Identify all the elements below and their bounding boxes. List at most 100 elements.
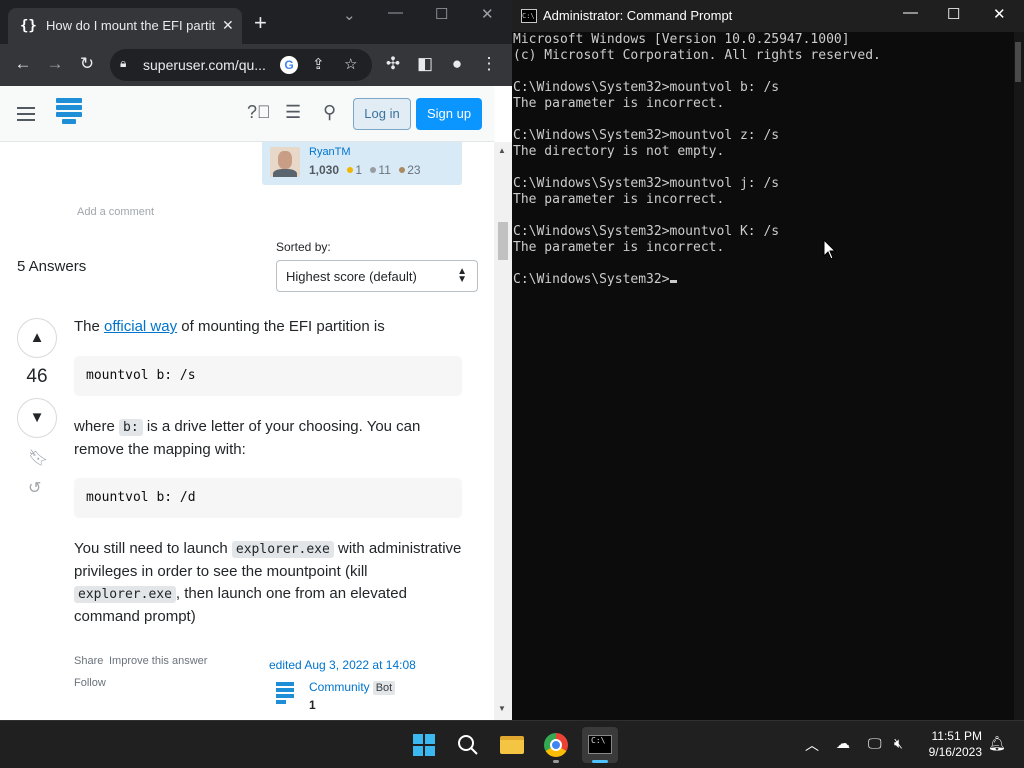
terminal-output[interactable]: Microsoft Windows [Version 10.0.25947.10… bbox=[513, 32, 1013, 720]
cmd-maximize-icon[interactable]: ☐ bbox=[947, 5, 960, 23]
onedrive-icon[interactable]: ☁ bbox=[836, 735, 850, 752]
upvote-button[interactable]: ▲ bbox=[17, 318, 57, 358]
answer-score: 46 bbox=[26, 366, 48, 387]
new-tab-icon[interactable]: + bbox=[254, 12, 267, 34]
text-cursor bbox=[669, 280, 677, 283]
address-bar[interactable]: 🔒︎ superuser.com/qu... G ⇪ ☆ bbox=[110, 49, 372, 81]
browser-tab[interactable]: {} How do I mount the EFI partitio ✕ bbox=[8, 8, 242, 44]
back-arrow-icon[interactable]: ← bbox=[12, 53, 34, 75]
terminal-prompt[interactable]: C:\Windows\System32> bbox=[513, 272, 1013, 288]
browser-toolbar: ← → ↻ 🔒︎ superuser.com/qu... G ⇪ ☆ ✣ ◧ ●… bbox=[0, 44, 512, 86]
terminal-scrollbar[interactable] bbox=[1014, 32, 1024, 720]
network-icon[interactable]: 🖵︎ bbox=[868, 735, 882, 752]
cmd-close-icon[interactable]: ✕ bbox=[993, 5, 1006, 23]
volume-muted-icon[interactable]: 🔇︎ bbox=[894, 735, 903, 752]
question-owner-card: RyanTM 1,030 1 11 23 bbox=[262, 142, 462, 185]
lock-icon[interactable]: 🔒︎ bbox=[120, 56, 126, 71]
community-avatar-icon[interactable] bbox=[276, 682, 294, 704]
hamburger-menu-icon[interactable] bbox=[17, 107, 35, 121]
terminal-line: (c) Microsoft Corporation. All rights re… bbox=[513, 48, 881, 63]
superuser-logo-icon[interactable] bbox=[56, 98, 82, 128]
improve-answer-link[interactable]: Improve this answer bbox=[109, 655, 207, 667]
terminal-line: C:\Windows\System32>mountvol z: /s bbox=[513, 128, 780, 143]
help-icon[interactable]: ?⃝ bbox=[247, 102, 271, 123]
browser-window: {} How do I mount the EFI partitio ✕ + ⌄… bbox=[0, 0, 512, 720]
owner-name[interactable]: RyanTM bbox=[309, 146, 351, 158]
google-icon[interactable]: G bbox=[280, 56, 298, 74]
url-text[interactable]: superuser.com/qu... bbox=[143, 57, 266, 73]
inline-code: b: bbox=[119, 419, 143, 436]
terminal-icon: C:\ bbox=[588, 735, 612, 754]
answer-paragraph-2: where b: is a drive letter of your choos… bbox=[74, 418, 421, 458]
side-panel-icon[interactable]: ◧ bbox=[414, 53, 436, 75]
close-tab-icon[interactable]: ✕ bbox=[222, 17, 234, 33]
terminal-scroll-thumb[interactable] bbox=[1015, 42, 1021, 82]
downvote-button[interactable]: ▼ bbox=[17, 398, 57, 438]
history-icon[interactable]: ↺ bbox=[28, 478, 41, 498]
share-link[interactable]: Share bbox=[74, 655, 103, 667]
file-explorer-button[interactable] bbox=[494, 727, 530, 763]
taskbar: C:\ ︿ ☁ 🖵︎ 🔇︎ 11:51 PM 9/16/2023 🔔︎ bbox=[0, 720, 1024, 768]
search-icon[interactable]: ⚲ bbox=[323, 102, 336, 123]
terminal-line: C:\Windows\System32>mountvol K: /s bbox=[513, 224, 780, 239]
scrollbar-thumb[interactable] bbox=[498, 222, 508, 260]
tray-overflow-chevron-icon[interactable]: ︿ bbox=[805, 735, 819, 755]
sort-label: Sorted by: bbox=[276, 240, 331, 254]
system-clock[interactable]: 11:51 PM 9/16/2023 bbox=[920, 728, 982, 760]
avatar[interactable] bbox=[270, 147, 300, 177]
cmd-titlebar[interactable]: C:\ Administrator: Command Prompt — ☐ ✕ bbox=[512, 0, 1024, 32]
editor-reputation: 1 bbox=[309, 698, 316, 712]
terminal-line: The directory is not empty. bbox=[513, 144, 725, 159]
chrome-icon bbox=[544, 733, 568, 757]
scroll-up-icon[interactable]: ▲ bbox=[498, 146, 506, 155]
extensions-icon[interactable]: ✣ bbox=[382, 53, 404, 75]
page-content: RyanTM 1,030 1 11 23 Add a comment 5 Ans… bbox=[0, 142, 494, 720]
add-comment-link[interactable]: Add a comment bbox=[77, 206, 154, 218]
cmd-title: Administrator: Command Prompt bbox=[543, 8, 733, 23]
edited-timestamp[interactable]: edited Aug 3, 2022 at 14:08 bbox=[269, 658, 416, 672]
official-way-link[interactable]: official way bbox=[104, 318, 177, 335]
terminal-taskbar-button[interactable]: C:\ bbox=[582, 727, 618, 763]
reload-icon[interactable]: ↻ bbox=[76, 53, 98, 75]
signup-button[interactable]: Sign up bbox=[416, 98, 482, 130]
cmd-minimize-icon[interactable]: — bbox=[903, 4, 918, 21]
mouse-pointer-icon bbox=[823, 239, 837, 260]
notification-bell-icon[interactable]: 🔔︎ bbox=[988, 735, 1006, 752]
folder-icon bbox=[500, 736, 524, 754]
editor-name[interactable]: Community Bot bbox=[309, 680, 396, 695]
scroll-down-icon[interactable]: ▼ bbox=[498, 704, 506, 713]
answers-count: 5 Answers bbox=[17, 258, 87, 275]
gold-count: 1 bbox=[355, 163, 363, 177]
answer-paragraph-3: You still need to launch explorer.exe wi… bbox=[74, 540, 462, 625]
bookmark-icon[interactable]: 🔖︎ bbox=[28, 448, 48, 468]
superuser-favicon-icon: {} bbox=[20, 18, 37, 34]
forward-arrow-icon[interactable]: → bbox=[44, 53, 66, 75]
bronze-badge-icon bbox=[399, 167, 406, 174]
windows-logo-icon bbox=[413, 734, 435, 756]
command-prompt-window: C:\ Administrator: Command Prompt — ☐ ✕ … bbox=[512, 0, 1024, 720]
stackexchange-icon[interactable]: ☰ bbox=[285, 102, 301, 123]
sort-value: Highest score (default) bbox=[286, 269, 417, 284]
minimize-icon[interactable]: — bbox=[388, 4, 403, 21]
code-block-unmount: mountvol b: /d bbox=[74, 478, 462, 518]
sort-select[interactable]: Highest score (default) ▲ ▼ bbox=[276, 260, 478, 292]
star-icon[interactable]: ☆ bbox=[344, 55, 357, 73]
tab-search-chevron-icon[interactable]: ⌄ bbox=[343, 6, 356, 24]
close-window-icon[interactable]: ✕ bbox=[481, 5, 494, 23]
maximize-icon[interactable]: ☐ bbox=[435, 5, 448, 23]
chrome-taskbar-button[interactable] bbox=[538, 727, 574, 763]
terminal-line: The parameter is incorrect. bbox=[513, 240, 725, 255]
start-button[interactable] bbox=[406, 727, 442, 763]
share-icon[interactable]: ⇪ bbox=[312, 55, 325, 73]
follow-link[interactable]: Follow bbox=[74, 677, 106, 689]
tab-strip: {} How do I mount the EFI partitio ✕ + ⌄… bbox=[0, 0, 512, 44]
profile-icon[interactable]: ● bbox=[446, 53, 468, 75]
running-indicator bbox=[553, 760, 559, 763]
menu-dots-icon[interactable]: ⋮ bbox=[478, 53, 500, 75]
search-button[interactable] bbox=[450, 727, 486, 763]
page-scrollbar[interactable]: ▲ ▼ bbox=[494, 142, 512, 720]
login-button[interactable]: Log in bbox=[353, 98, 411, 130]
silver-badge-icon bbox=[370, 167, 377, 174]
owner-reputation: 1,030 1 11 23 bbox=[309, 163, 421, 177]
